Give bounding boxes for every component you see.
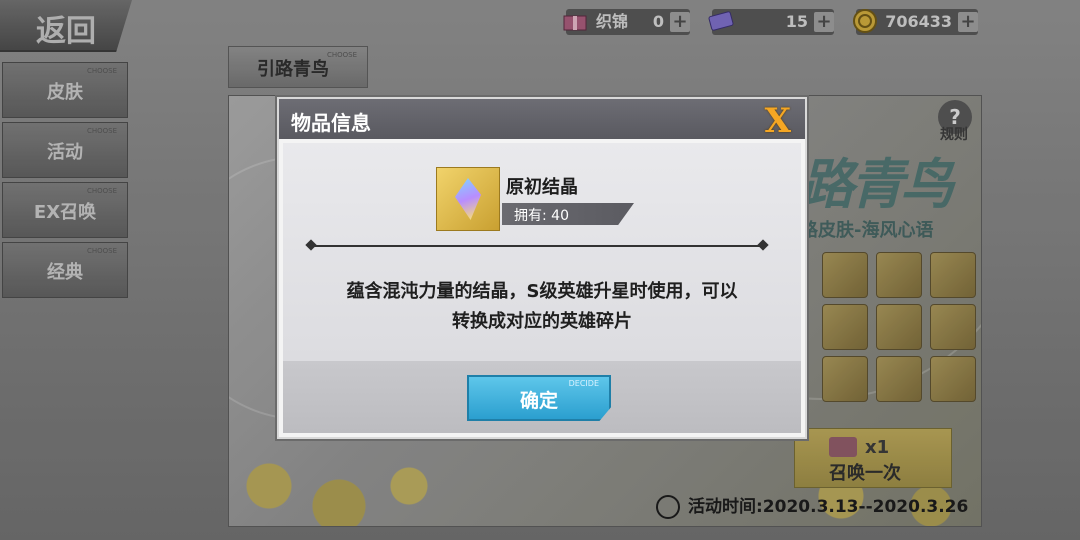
item-description: 蕴含混沌力量的结晶，S级英雄升星时使用，可以 转换成对应的英雄碎片 [303, 277, 781, 337]
item-info-dialog: 物品信息 X 原初结晶 拥有: 40 蕴含混沌力量的结晶，S级英雄升星时使用，可… [277, 97, 807, 439]
dialog-header: 物品信息 X [279, 99, 805, 141]
dialog-title: 物品信息 [291, 111, 371, 135]
confirm-button[interactable]: DECIDE 确定 [467, 375, 611, 421]
close-icon[interactable]: X [765, 101, 791, 141]
owned-count: 拥有: 40 [514, 208, 569, 224]
item-name: 原初结晶 [506, 177, 578, 198]
dialog-body: 原初结晶 拥有: 40 蕴含混沌力量的结晶，S级英雄升星时使用，可以 转换成对应… [283, 143, 801, 361]
description-line-1: 蕴含混沌力量的结晶，S级英雄升星时使用，可以 [346, 281, 738, 302]
owned-count-badge: 拥有: 40 [502, 203, 634, 225]
crystal-item-icon [436, 167, 500, 231]
description-line-2: 转换成对应的英雄碎片 [452, 311, 632, 332]
crystal-icon [455, 178, 481, 220]
confirm-label: 确定 [519, 390, 558, 412]
dialog-footer: DECIDE 确定 [283, 361, 801, 433]
divider [311, 245, 763, 247]
